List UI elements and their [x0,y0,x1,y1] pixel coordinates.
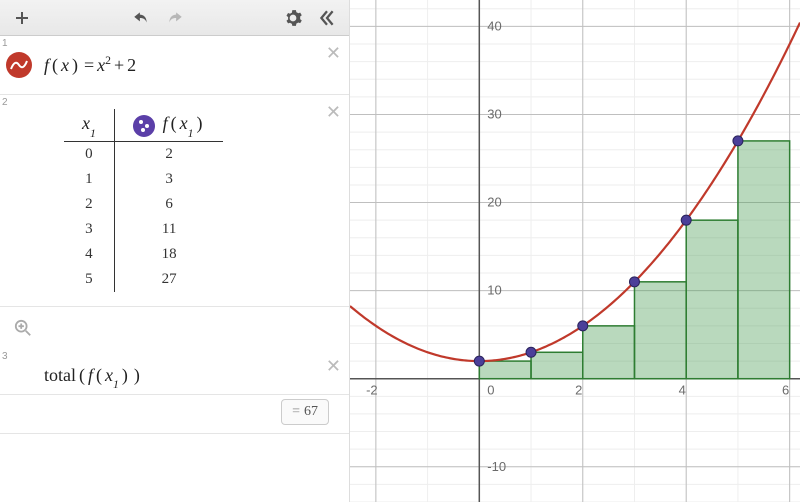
graph-svg[interactable]: -2 2 4 6 -10 10 20 30 40 0 [350,0,800,502]
data-point[interactable] [474,356,484,366]
points-color-badge[interactable] [133,115,155,137]
axis-tick-label: 6 [782,383,789,398]
axis-tick-label: 0 [487,383,494,398]
riemann-bar [479,361,531,379]
riemann-bar [738,141,790,379]
zoom-fit-button[interactable] [8,313,38,343]
table-row[interactable]: 26 [64,192,223,217]
cell-fx[interactable]: 11 [114,217,223,242]
data-point[interactable] [681,215,691,225]
cell-x[interactable]: 1 [64,167,114,192]
settings-button[interactable] [279,4,307,32]
axis-tick-label: 10 [487,283,501,298]
cell-fx[interactable]: 6 [114,192,223,217]
expression-formula[interactable]: total(f(x1)) [44,365,143,389]
cell-x[interactable]: 2 [64,192,114,217]
expression-row[interactable]: 1 ✕ f(x)=x2+2 [0,36,349,95]
expression-row[interactable]: 3 ✕ total(f(x1)) [0,349,349,396]
riemann-bar [634,282,686,379]
collapse-sidebar-button[interactable] [313,4,341,32]
cell-x[interactable]: 3 [64,217,114,242]
expression-index: 2 [2,97,8,108]
axis-tick-label: 30 [487,106,501,121]
cell-fx[interactable]: 18 [114,242,223,267]
app-root: 1 ✕ f(x)=x2+2 2 ✕ x1 f(x1) [0,0,800,502]
expression-formula[interactable]: f(x)=x2+2 [44,54,136,76]
riemann-bar [686,220,738,379]
redo-button[interactable] [161,4,189,32]
data-point[interactable] [733,136,743,146]
graph-panel[interactable]: -2 2 4 6 -10 10 20 30 40 0 [350,0,800,502]
axis-tick-label: 40 [487,18,501,33]
add-expression-button[interactable] [8,4,36,32]
cell-fx[interactable]: 2 [114,141,223,167]
table-row[interactable]: 02 [64,141,223,167]
axis-tick-label: 4 [679,383,686,398]
close-icon[interactable]: ✕ [326,44,341,62]
expression-index: 1 [2,38,8,49]
data-point[interactable] [526,347,536,357]
expression-list: 1 ✕ f(x)=x2+2 2 ✕ x1 f(x1) [0,36,349,502]
result-row: =67 [0,395,349,434]
close-icon[interactable]: ✕ [326,357,341,375]
cell-fx[interactable]: 27 [114,267,223,292]
undo-button[interactable] [127,4,155,32]
data-point[interactable] [578,321,588,331]
expression-row[interactable]: 2 ✕ x1 f(x1) 021326311418527 [0,95,349,307]
cell-x[interactable]: 4 [64,242,114,267]
table-header-x: x1 [64,109,114,141]
table-row[interactable]: 311 [64,217,223,242]
riemann-bar [583,326,635,379]
cell-x[interactable]: 5 [64,267,114,292]
curve-color-swatch[interactable] [6,52,32,78]
toolbar [0,0,349,36]
axis-tick-label: 20 [487,195,501,210]
cell-fx[interactable]: 3 [114,167,223,192]
axis-tick-label: -2 [366,383,378,398]
close-icon[interactable]: ✕ [326,103,341,121]
table-header-fx: f(x1) [114,109,223,141]
table-row[interactable]: 418 [64,242,223,267]
axis-tick-label: -10 [487,459,506,474]
sidebar: 1 ✕ f(x)=x2+2 2 ✕ x1 f(x1) [0,0,350,502]
expression-index: 3 [2,351,8,362]
cell-x[interactable]: 0 [64,141,114,167]
axis-tick-label: 2 [575,383,582,398]
result-badge: =67 [281,399,329,425]
data-point[interactable] [629,277,639,287]
riemann-bar [531,352,583,378]
data-table[interactable]: x1 f(x1) 021326311418527 [64,109,223,292]
table-row[interactable]: 527 [64,267,223,292]
table-row[interactable]: 13 [64,167,223,192]
